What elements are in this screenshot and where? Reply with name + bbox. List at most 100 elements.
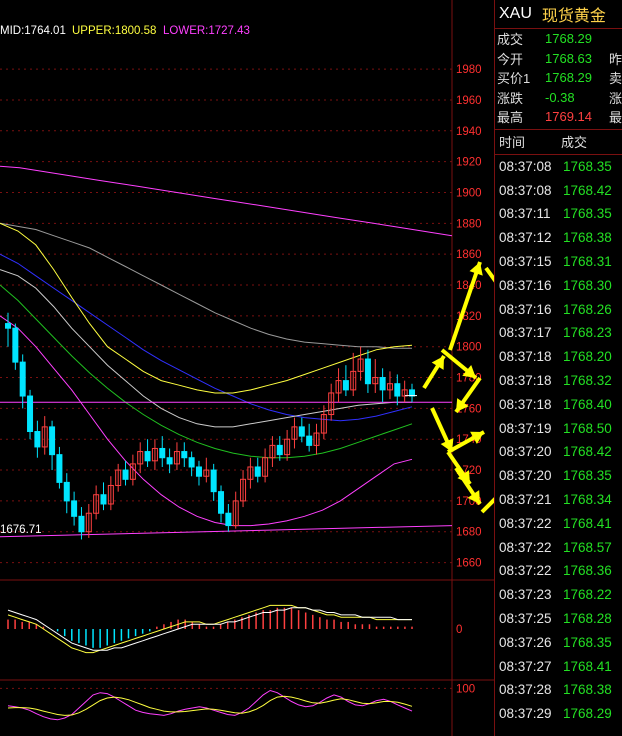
candle-body — [188, 457, 195, 468]
price-chart[interactable]: MID:1764.01 UPPER:1800.58 LOWER:1727.43 166… — [0, 0, 494, 736]
tick-time: 08:37:08 — [499, 158, 552, 174]
quote-panel: XAU 现货黄金 成交 1768.29 今开 1768.63 昨买价1 1768.29 卖涨… — [494, 0, 622, 736]
quote-value: 1768.63 — [545, 50, 592, 66]
tick-row[interactable]: 08:37:20 1768.42 — [495, 440, 622, 464]
quote-value: 1768.29 — [545, 70, 592, 86]
y-tick-label: 1680 — [456, 527, 482, 539]
arrow-up-2 — [448, 261, 482, 351]
tick-row[interactable]: 08:37:18 1768.40 — [495, 392, 622, 416]
quote-extra-label: 昨 — [608, 51, 622, 67]
tick-list[interactable]: 08:37:08 1768.35 08:37:08 1768.42 08:37:11 17… — [495, 155, 622, 726]
candle-body — [49, 426, 56, 456]
tick-price: 1768.41 — [563, 515, 612, 531]
arrow-down-1 — [484, 266, 494, 283]
tick-price: 1768.35 — [563, 206, 612, 222]
lower-band-line — [0, 315, 413, 527]
candle-body — [34, 431, 41, 448]
lower-label: LOWER:1727.43 — [163, 25, 250, 37]
y-tick-label: 1860 — [456, 249, 482, 261]
tick-row[interactable]: 08:37:25 1768.28 — [495, 607, 622, 631]
candle-body — [342, 380, 349, 391]
candle-body — [254, 466, 261, 477]
ticks-header-time: 时间 — [499, 135, 526, 150]
tick-time: 08:37:29 — [499, 706, 552, 722]
tick-row[interactable]: 08:37:08 1768.42 — [495, 178, 622, 202]
tick-row[interactable]: 08:37:21 1768.34 — [495, 488, 622, 512]
macd-line-b — [7, 607, 412, 651]
tick-time: 08:37:18 — [499, 349, 552, 365]
candle-body — [122, 469, 129, 480]
tick-row[interactable]: 08:37:29 1768.29 — [495, 702, 622, 726]
candle-body — [181, 451, 188, 459]
tick-row[interactable]: 08:37:23 1768.22 — [495, 583, 622, 607]
tick-time: 08:37:22 — [499, 515, 552, 531]
tick-price: 1768.28 — [563, 611, 612, 627]
macd-line-a — [7, 604, 412, 654]
tick-price: 1768.40 — [563, 396, 612, 412]
tick-row[interactable]: 08:37:08 1768.35 — [495, 155, 622, 179]
candle-body — [27, 395, 34, 433]
y-tick-label: 1900 — [456, 187, 482, 199]
tick-row[interactable]: 08:37:22 1768.41 — [495, 511, 622, 535]
tick-price: 1768.22 — [563, 587, 612, 603]
tick-row[interactable]: 08:37:18 1768.20 — [495, 345, 622, 369]
tick-row[interactable]: 08:37:27 1768.41 — [495, 654, 622, 678]
candle-body — [63, 481, 70, 502]
candle-body — [394, 383, 401, 397]
ma-green-line — [0, 284, 413, 459]
tick-price: 1768.35 — [563, 158, 612, 174]
candle-body — [100, 494, 107, 505]
quote-extra-label: 最 — [608, 110, 622, 126]
tick-row[interactable]: 08:37:16 1768.30 — [495, 273, 622, 297]
tick-row[interactable]: 08:37:15 1768.31 — [495, 250, 622, 274]
candle-body — [78, 515, 85, 533]
quote-header: XAU 现货黄金 — [495, 0, 622, 29]
tick-price: 1768.35 — [563, 634, 612, 650]
y-tick-label: 1960 — [456, 95, 482, 107]
tick-price: 1768.31 — [563, 254, 612, 270]
tick-row[interactable]: 08:37:19 1768.50 — [495, 416, 622, 440]
tick-row[interactable]: 08:37:16 1768.26 — [495, 297, 622, 321]
candle-body — [159, 447, 166, 459]
tick-time: 08:37:25 — [499, 611, 552, 627]
tick-time: 08:37:15 — [499, 254, 552, 270]
tick-price: 1768.38 — [563, 682, 612, 698]
tick-row[interactable]: 08:37:12 1768.38 — [495, 226, 622, 250]
macd-zero-label: 0 — [456, 624, 462, 636]
chart-area[interactable]: MID:1764.01 UPPER:1800.58 LOWER:1727.43 166… — [0, 0, 494, 736]
tick-price: 1768.36 — [563, 563, 612, 579]
candle-body — [5, 323, 11, 329]
tick-time: 08:37:28 — [499, 682, 552, 698]
tick-row[interactable]: 08:37:18 1768.32 — [495, 369, 622, 393]
quote-row: 成交 1768.29 — [495, 29, 622, 49]
quote-value: 1769.14 — [545, 109, 592, 125]
mid-label: MID:1764.01 — [0, 25, 66, 37]
tick-row[interactable]: 08:37:17 1768.23 — [495, 321, 622, 345]
quote-row: 今开 1768.63 昨 — [495, 49, 622, 69]
y-tick-label: 1660 — [456, 558, 482, 570]
ma-blue-line — [0, 253, 413, 422]
quote-label: 成交 — [497, 32, 524, 48]
candle-body — [12, 327, 19, 363]
low-reference-line — [0, 525, 453, 538]
symbol-code: XAU — [499, 5, 532, 22]
tick-price: 1768.38 — [563, 230, 612, 246]
y-tick-label: 1920 — [456, 157, 482, 169]
quote-label: 今开 — [497, 51, 524, 67]
tick-row[interactable]: 08:37:20 1768.35 — [495, 464, 622, 488]
tick-row[interactable]: 08:37:22 1768.57 — [495, 535, 622, 559]
tick-time: 08:37:11 — [499, 206, 551, 222]
tick-row[interactable]: 08:37:22 1768.36 — [495, 559, 622, 583]
candle-body — [19, 361, 26, 397]
quote-value: -0.38 — [545, 89, 575, 105]
tick-row[interactable]: 08:37:28 1768.38 — [495, 678, 622, 702]
tick-row[interactable]: 08:37:11 1768.35 — [495, 202, 622, 226]
candle-body — [379, 377, 386, 391]
quote-label: 买价1 — [497, 71, 531, 87]
candle-body — [298, 426, 305, 437]
tick-price: 1768.57 — [563, 539, 612, 555]
tick-price: 1768.20 — [563, 349, 612, 365]
tick-price: 1768.42 — [563, 182, 612, 198]
tick-row[interactable]: 08:37:26 1768.35 — [495, 630, 622, 654]
quote-row: 买价1 1768.29 卖 — [495, 68, 622, 88]
